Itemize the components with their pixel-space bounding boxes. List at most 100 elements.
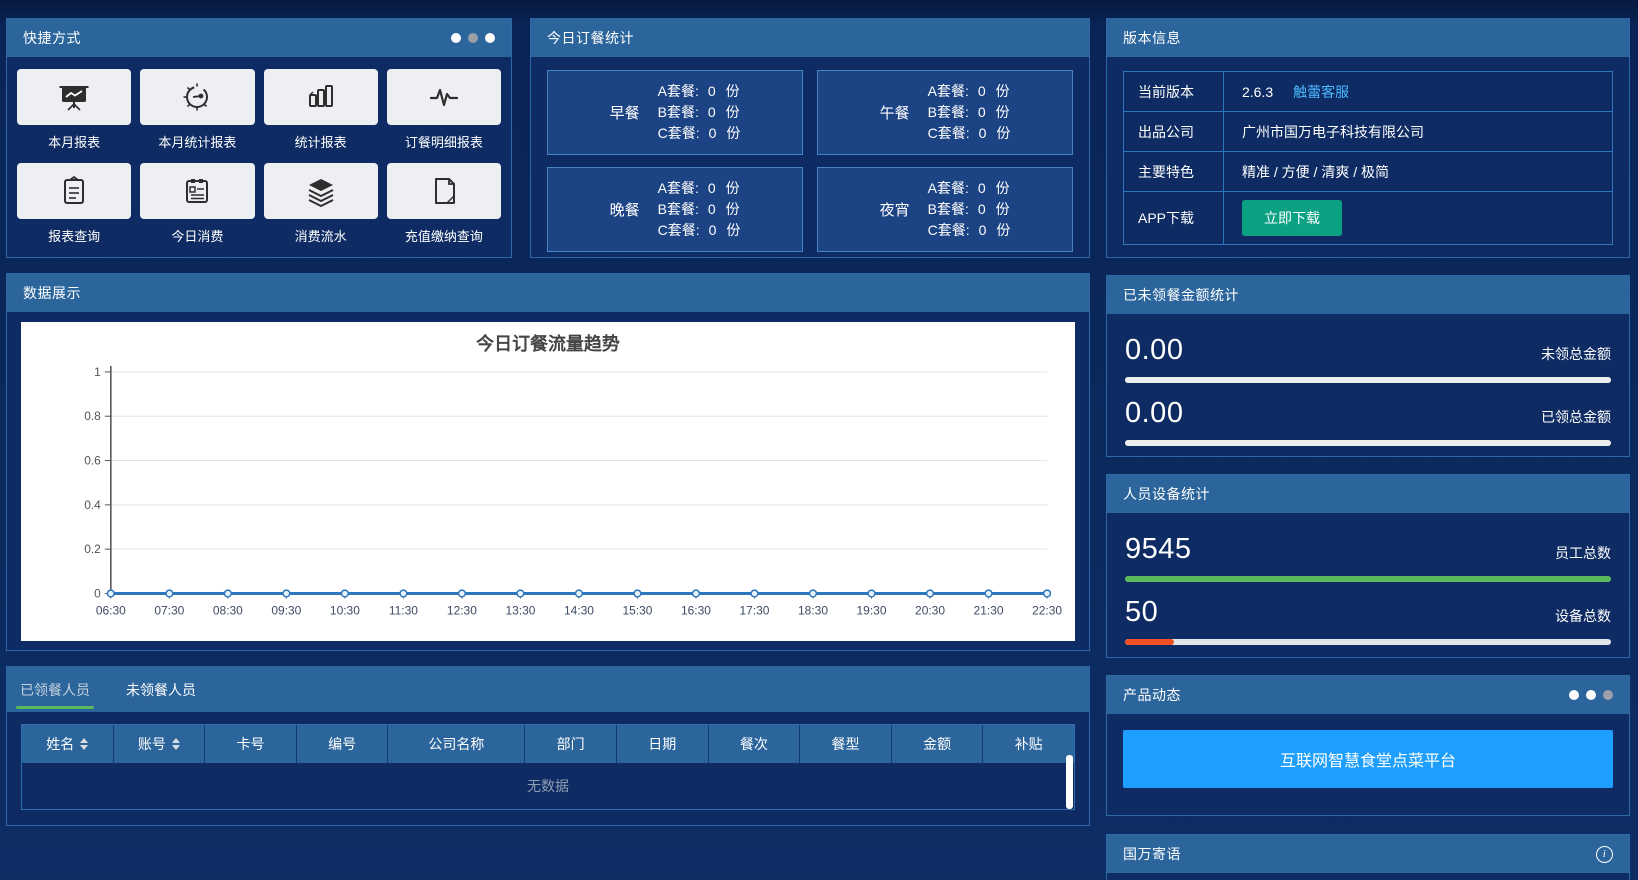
tab-received-meals[interactable]: 已领餐人员 bbox=[20, 680, 90, 712]
stat-value: 50 bbox=[1125, 596, 1158, 629]
shortcut-stats-report[interactable]: 统计报表 bbox=[264, 69, 378, 151]
svg-text:19:30: 19:30 bbox=[857, 603, 887, 617]
left-column: 快捷方式 本月报表 bbox=[6, 18, 1090, 880]
column-header-name[interactable]: 姓名 bbox=[22, 725, 113, 763]
carousel-dot[interactable] bbox=[1569, 690, 1579, 700]
gauge-icon bbox=[140, 69, 254, 125]
info-icon[interactable]: i bbox=[1596, 846, 1613, 863]
svg-text:10:30: 10:30 bbox=[330, 603, 360, 617]
set-value: 0 bbox=[708, 178, 716, 199]
records-body: 姓名 账号 卡号 编号 公司名称 部门 日期 餐次 餐型 金额 补贴 无数据 bbox=[6, 712, 1090, 826]
data-display-panel-header: 数据展示 bbox=[7, 274, 1089, 312]
stat-value: 9545 bbox=[1125, 533, 1192, 566]
meal-card-dinner: 晚餐 A套餐:0份 B套餐:0份 C套餐:0份 bbox=[547, 167, 803, 252]
column-label: 公司名称 bbox=[428, 734, 484, 754]
shortcut-label: 本月报表 bbox=[17, 132, 131, 151]
meal-card-breakfast: 早餐 A套餐:0份 B套餐:0份 C套餐:0份 bbox=[547, 70, 803, 155]
set-label: A套餐: bbox=[658, 178, 699, 199]
version-info-panel-title: 版本信息 bbox=[1123, 28, 1181, 48]
notebook-icon bbox=[140, 163, 254, 219]
set-unit: 份 bbox=[996, 178, 1010, 199]
carousel-dot[interactable] bbox=[1586, 690, 1596, 700]
features-value: 精准 / 方便 / 清爽 / 极简 bbox=[1242, 162, 1389, 182]
shortcut-recharge-query[interactable]: 充值缴纳查询 bbox=[387, 163, 501, 245]
shortcut-consumption-flow[interactable]: 消费流水 bbox=[264, 163, 378, 245]
meal-set-lines: A套餐:0份 B套餐:0份 C套餐:0份 bbox=[658, 178, 741, 241]
svg-text:0.4: 0.4 bbox=[84, 498, 101, 512]
carousel-dot[interactable] bbox=[485, 33, 495, 43]
set-unit: 份 bbox=[726, 220, 740, 241]
today-orders-panel-title: 今日订餐统计 bbox=[547, 28, 634, 48]
tab-label: 未领餐人员 bbox=[126, 682, 196, 698]
amount-stats-panel-title: 已未领餐金额统计 bbox=[1123, 285, 1239, 305]
column-header-date: 日期 bbox=[617, 725, 708, 763]
sort-icon[interactable] bbox=[172, 738, 180, 750]
set-label: C套餐: bbox=[658, 123, 700, 144]
empty-state: 无数据 bbox=[22, 763, 1074, 809]
current-version-value: 2.6.3 bbox=[1242, 84, 1273, 100]
set-label: B套餐: bbox=[658, 102, 699, 123]
carousel-dot[interactable] bbox=[451, 33, 461, 43]
shortcut-today-consumption[interactable]: 今日消费 bbox=[140, 163, 254, 245]
carousel-dot[interactable] bbox=[1603, 690, 1613, 700]
meal-card-lunch: 午餐 A套餐:0份 B套餐:0份 C套餐:0份 bbox=[817, 70, 1073, 155]
tab-label: 已领餐人员 bbox=[20, 682, 90, 698]
svg-text:17:30: 17:30 bbox=[740, 603, 770, 617]
table-scrollbar[interactable] bbox=[1066, 755, 1073, 809]
svg-text:14:30: 14:30 bbox=[564, 603, 594, 617]
set-value: 0 bbox=[979, 123, 987, 144]
version-table: 当前版本 2.6.3 触蕾客服 出品公司 广州市国万电子科技有限公司 主要特色 … bbox=[1123, 71, 1613, 245]
version-row-company: 出品公司 广州市国万电子科技有限公司 bbox=[1124, 112, 1612, 152]
document-icon bbox=[387, 163, 501, 219]
download-now-button[interactable]: 立即下载 bbox=[1242, 200, 1342, 236]
order-trend-chart: 今日订餐流量趋势00.20.40.60.8106:3007:3008:3009:… bbox=[21, 322, 1075, 641]
meal-name: 夜宵 bbox=[880, 199, 910, 220]
version-row-current: 当前版本 2.6.3 触蕾客服 bbox=[1124, 72, 1612, 112]
sort-icon[interactable] bbox=[80, 738, 88, 750]
shortcut-monthly-report[interactable]: 本月报表 bbox=[17, 69, 131, 151]
carousel-dot[interactable] bbox=[468, 33, 478, 43]
svg-text:0.8: 0.8 bbox=[84, 409, 101, 423]
set-label: B套餐: bbox=[928, 199, 969, 220]
amount-stats-panel-header: 已未领餐金额统计 bbox=[1107, 276, 1629, 314]
set-unit: 份 bbox=[726, 199, 740, 220]
stat-value: 0.00 bbox=[1125, 334, 1183, 367]
shortcut-order-detail-report[interactable]: 订餐明细报表 bbox=[387, 69, 501, 151]
smart-canteen-banner-button[interactable]: 互联网智慧食堂点菜平台 bbox=[1123, 730, 1613, 788]
shortcut-report-query[interactable]: 报表查询 bbox=[17, 163, 131, 245]
svg-text:1: 1 bbox=[94, 365, 101, 379]
customer-service-link[interactable]: 触蕾客服 bbox=[1293, 82, 1349, 102]
presentation-chart-icon bbox=[17, 69, 131, 125]
stat-label: 已领总金额 bbox=[1541, 407, 1611, 427]
column-header-account[interactable]: 账号 bbox=[114, 725, 205, 763]
shortcut-monthly-stats-report[interactable]: 本月统计报表 bbox=[140, 69, 254, 151]
set-label: C套餐: bbox=[928, 123, 970, 144]
column-label: 账号 bbox=[138, 734, 166, 754]
svg-text:20:30: 20:30 bbox=[915, 603, 945, 617]
column-header-card-no: 卡号 bbox=[205, 725, 296, 763]
set-value: 0 bbox=[978, 81, 986, 102]
people-device-stats-panel-title: 人员设备统计 bbox=[1123, 484, 1210, 504]
svg-text:0.2: 0.2 bbox=[84, 542, 101, 556]
stat-label: 未领总金额 bbox=[1541, 344, 1611, 364]
bar-chart-icon bbox=[264, 69, 378, 125]
progress-track bbox=[1125, 576, 1611, 582]
shortcut-label: 消费流水 bbox=[264, 226, 378, 245]
progress-fill bbox=[1125, 377, 1611, 383]
stat-value: 0.00 bbox=[1125, 397, 1183, 430]
meal-set-lines: A套餐:0份 B套餐:0份 C套餐:0份 bbox=[928, 178, 1011, 241]
column-label: 金额 bbox=[923, 734, 951, 754]
version-row-app-download: APP下载 立即下载 bbox=[1124, 192, 1612, 244]
column-label: 姓名 bbox=[46, 734, 74, 754]
tab-not-received-meals[interactable]: 未领餐人员 bbox=[126, 680, 196, 712]
dashboard: 快捷方式 本月报表 bbox=[0, 0, 1638, 880]
column-header-meal-type: 餐型 bbox=[800, 725, 891, 763]
closing-words-panel-title: 国万寄语 bbox=[1123, 844, 1181, 864]
set-unit: 份 bbox=[726, 178, 740, 199]
today-orders-panel: 今日订餐统计 早餐 A套餐:0份 B套餐:0份 C套餐:0份 午餐 bbox=[530, 18, 1090, 258]
progress-fill bbox=[1125, 440, 1611, 446]
set-label: C套餐: bbox=[928, 220, 970, 241]
set-value: 0 bbox=[979, 220, 987, 241]
meal-name: 晚餐 bbox=[610, 199, 640, 220]
set-unit: 份 bbox=[996, 123, 1010, 144]
